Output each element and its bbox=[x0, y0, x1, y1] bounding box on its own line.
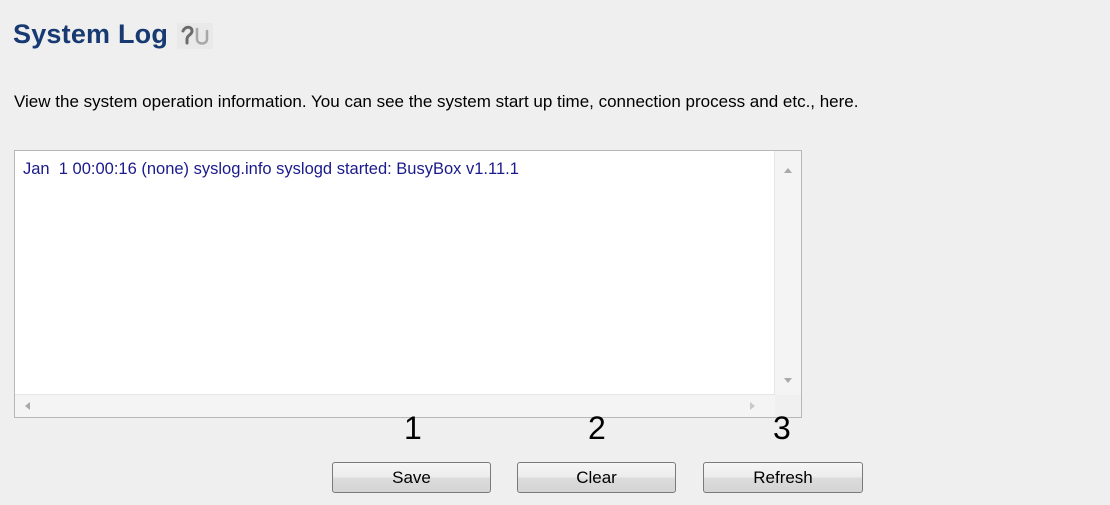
page-description: View the system operation information. Y… bbox=[14, 92, 859, 111]
horizontal-scrollbar[interactable] bbox=[15, 394, 775, 417]
title-row: System Log bbox=[13, 14, 214, 54]
annotation-number-2: 2 bbox=[588, 410, 606, 446]
refresh-button[interactable]: Refresh bbox=[703, 462, 863, 493]
clear-button[interactable]: Clear bbox=[517, 462, 676, 493]
annotation-number-1: 1 bbox=[404, 410, 422, 446]
scroll-up-icon[interactable] bbox=[784, 168, 792, 173]
system-log-page: System Log View the system operation inf… bbox=[0, 0, 1110, 505]
system-log-textarea[interactable]: Jan 1 00:00:16 (none) syslog.info syslog… bbox=[14, 150, 802, 418]
scroll-down-icon[interactable] bbox=[784, 378, 792, 383]
annotation-number-3: 3 bbox=[773, 410, 791, 446]
scroll-left-icon[interactable] bbox=[25, 402, 30, 410]
scroll-right-icon[interactable] bbox=[750, 402, 755, 410]
log-entry: Jan 1 00:00:16 (none) syslog.info syslog… bbox=[23, 160, 519, 178]
page-title: System Log bbox=[13, 18, 169, 49]
vertical-scrollbar[interactable] bbox=[774, 151, 801, 395]
help-icon[interactable] bbox=[177, 23, 214, 49]
save-button[interactable]: Save bbox=[332, 462, 491, 493]
